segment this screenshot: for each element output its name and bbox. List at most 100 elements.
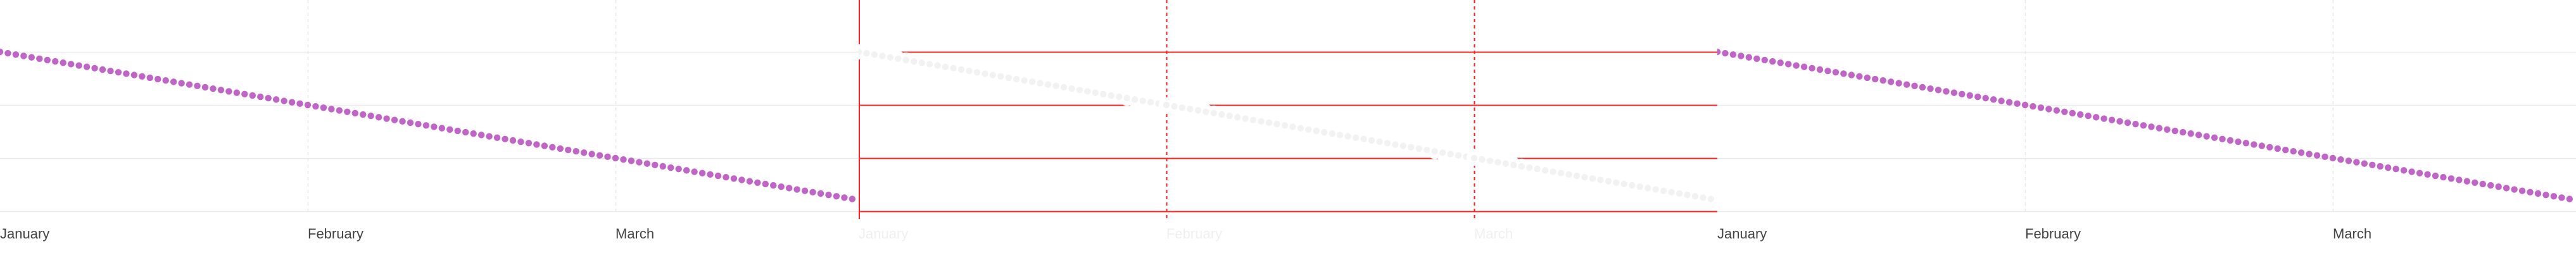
chart1-series-0-point [1691,193,1699,200]
chart0-series-0-point [596,152,603,159]
chart0-series-0-point [762,180,769,188]
chart1-series-0-point [1028,78,1036,85]
chart1-series-0-point [1344,133,1351,140]
chart0-series-0-point [186,81,193,88]
chart1-series-0-point [1605,178,1612,185]
chart2-series-0-point [1943,88,1950,95]
chart0-series-0-point [60,59,66,66]
chart1-series-0-point [1329,130,1335,137]
chart0-series-0-point [509,137,517,144]
chart-middle-svg: January February March [859,0,1717,242]
chart1-series-0-point [1700,194,1707,201]
chart1-series-0-point [1258,118,1265,125]
chart0-series-0-point [809,188,816,196]
chart2-series-0-point [2235,138,2242,145]
chart1-series-0-point [1541,167,1549,174]
chart0-series-0-point [785,185,793,192]
chart0-series-0-point [399,118,406,125]
chart1-series-0-point [1660,187,1667,194]
chart1-series-0-point [1668,188,1675,196]
chart1-series-0-point [1321,128,1328,136]
chart1-series-0-point [1108,92,1114,99]
chart2-series-0-point [1793,62,1800,69]
chart2-series-0-point [1911,82,1918,90]
chart1-series-0-point [1620,180,1627,188]
chart0-series-0-point [652,161,659,168]
chart0-series-0-point [738,176,745,183]
chart2-series-0-point [2297,149,2305,156]
chart2-x-tick-label: February [2025,226,2081,242]
chart1-series-0-point [997,73,1004,80]
chart2-series-0-point [2203,133,2210,140]
chart0-series-0-point [477,132,485,139]
chart2-series-0-point [2148,123,2155,130]
chart1-series-0-point [1589,175,1596,182]
chart0-series-0-point [643,160,651,167]
chart1-series-0-point [1203,108,1209,115]
chart0-series-0-point [281,97,287,104]
chart2-series-0-point [2258,142,2266,149]
chart2-series-0-point [2447,175,2455,182]
chart1-series-0-point [1565,171,1572,178]
chart1-series-0-point [1005,74,1012,82]
chart2-series-0-point [1769,58,1776,65]
chart2-series-0-point [2534,190,2542,197]
chart2-series-0-point [2045,106,2052,113]
chart1-series-0-point [1336,132,1344,139]
chart0-series-0-point [146,74,153,82]
chart1-series-0-point [1234,114,1241,121]
chart2-series-0-point [1879,77,1886,84]
chart2-series-0-point [1800,63,1808,70]
chart0-series-0-point [620,156,627,163]
chart0-series-0-point [28,54,35,61]
chart0-series-0-point [4,49,11,57]
chart0-x-tick-label: March [616,226,654,242]
chart1-series-0-point [1100,90,1107,97]
chart0-series-0-point [714,172,722,180]
chart2-series-0-point [1816,66,1824,73]
chart0-series-0-point [691,168,698,175]
chart2-series-0-point [2053,107,2061,114]
chart2-series-0-point [2226,137,2234,144]
chart2-series-0-point [2116,118,2123,125]
chart0-series-0-point [360,111,367,118]
chart2-series-0-point [2092,114,2100,121]
chart1-series-0-point [1360,135,1367,143]
chart1-series-0-point [1613,179,1620,186]
chart1-series-0-point [1573,172,1581,180]
chart0-series-0-point [217,87,225,94]
chart1-series-0-point [1273,120,1280,128]
chart0-series-0-point [470,130,477,137]
chart2-series-0-point [2211,134,2218,141]
chart0-series-0-point [533,141,540,148]
chart0-series-0-point [438,125,446,132]
chart2-x-tick-label: March [2333,226,2371,242]
chart-right-svg: January February March [1717,0,2576,242]
chart0-series-0-point [801,187,809,194]
chart1-series-0-point [1092,89,1099,96]
chart0-series-0-point [525,140,533,147]
chart2-series-0-point [2369,161,2376,168]
chart0-series-0-point [241,90,248,97]
chart1-series-0-point [863,49,870,57]
chart2-series-0-point [1777,59,1784,66]
chart0-series-0-point [841,194,848,201]
chart0-series-0-point [0,48,4,56]
chart1-x-tick-label: February [1166,226,1222,242]
chart0-series-0-point [210,85,217,92]
chart0-series-0-point [99,66,106,73]
chart1-series-0-point [957,66,965,73]
chart1-series-0-point [1597,176,1604,183]
chart1-series-0-point [1392,141,1399,148]
chart2-series-0-point [1919,83,1926,91]
chart1-series-0-point [1139,97,1146,104]
chart0-series-0-point [407,119,414,126]
chart1-series-0-point [1123,95,1130,102]
chart0-series-0-point [194,82,201,90]
chart0-series-0-point [91,65,98,72]
chart1-series-0-point [1415,145,1422,152]
chart0-series-0-point [723,173,729,181]
chart0-series-0-point [588,151,595,157]
chart2-series-0-point [1753,55,1760,62]
chart0-series-0-point [849,195,856,202]
